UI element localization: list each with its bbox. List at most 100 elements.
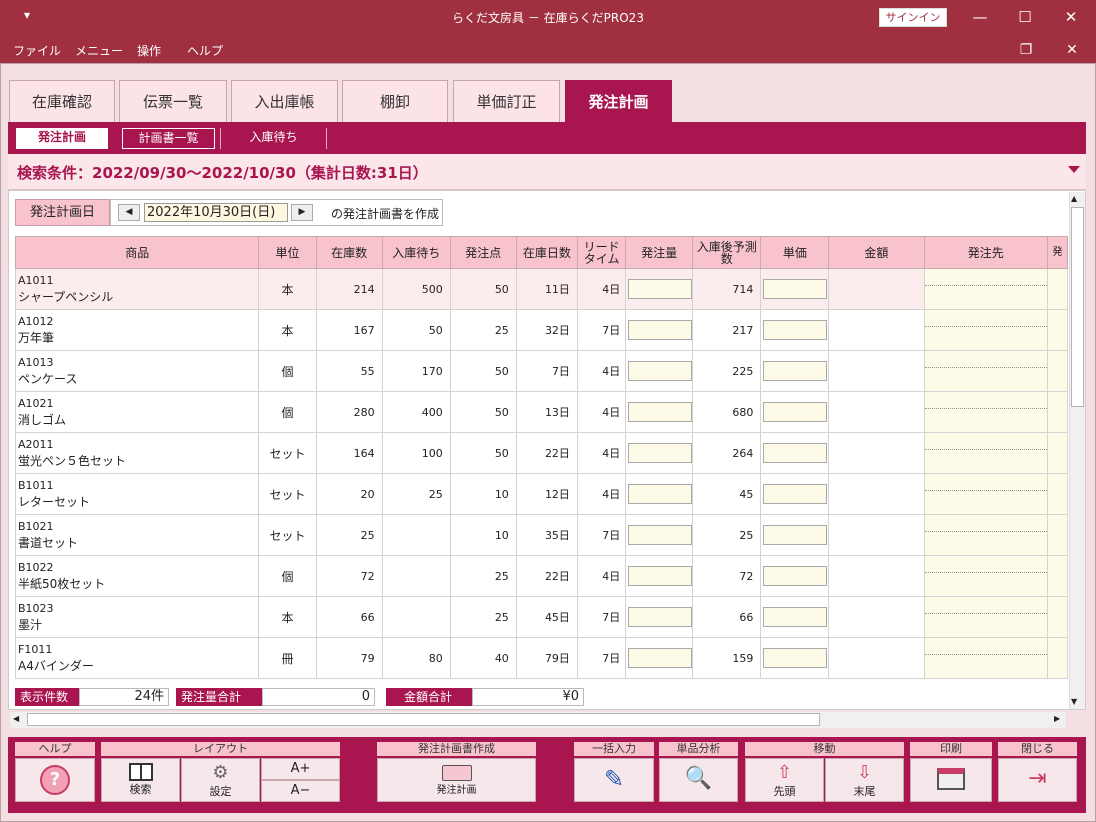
unit-price-cell[interactable] [760, 514, 830, 556]
move-first-button[interactable]: ⇧ 先頭 [745, 758, 824, 802]
order-qty-cell[interactable] [625, 350, 694, 392]
unit-price-cell[interactable] [760, 391, 830, 433]
order-qty-cell[interactable] [625, 596, 694, 638]
order-qty-input[interactable] [628, 361, 693, 381]
scroll-down-icon[interactable]: ▼ [1071, 697, 1077, 706]
product-cell[interactable]: A1011 シャープペンシル [15, 268, 260, 310]
search-button[interactable]: 検索 [101, 758, 180, 802]
move-last-button[interactable]: ⇩ 末尾 [825, 758, 904, 802]
subtab-waiting[interactable]: 入庫待ち [226, 128, 321, 149]
tab-price-correction[interactable]: 単価訂正 [453, 80, 560, 122]
table-row[interactable]: B1023 墨汁本 66 25 45日 7日 66 [15, 596, 1068, 638]
menu-operation[interactable]: 操作 [137, 42, 161, 59]
supplier-cell[interactable] [923, 432, 1049, 474]
create-plan-button[interactable]: 発注計画 [377, 758, 536, 802]
close-window-button[interactable]: ✕ [1049, 4, 1093, 30]
unit-price-cell[interactable] [760, 350, 830, 392]
col-header-product[interactable]: 商品 [15, 236, 260, 269]
unit-price-input[interactable] [763, 279, 828, 299]
col-header-unit-price[interactable]: 単価 [760, 236, 830, 269]
order-qty-input[interactable] [628, 484, 693, 504]
supplier-cell[interactable] [923, 268, 1049, 310]
supplier-cell[interactable] [923, 350, 1049, 392]
product-cell[interactable]: B1021 書道セット [15, 514, 260, 556]
supplier-cell[interactable] [923, 637, 1049, 679]
help-button[interactable]: ? [15, 758, 95, 802]
menu-help[interactable]: ヘルプ [187, 42, 223, 59]
table-row[interactable]: A1013 ペンケース 個 55 170 50 7日 4日 225 [15, 350, 1068, 392]
unit-price-input[interactable] [763, 566, 828, 586]
order-qty-cell[interactable] [625, 309, 694, 351]
product-cell[interactable]: B1011 レターセット [15, 473, 260, 515]
unit-price-cell[interactable] [760, 432, 830, 474]
settings-button[interactable]: ⚙ 設定 [181, 758, 260, 802]
tab-inout-ledger[interactable]: 入出庫帳 [231, 80, 338, 122]
dropdown-arrow-icon[interactable] [1068, 166, 1080, 173]
table-row[interactable]: A1011 シャープペンシル 本 214 500 50 11日 4日 714 [15, 268, 1068, 310]
table-row[interactable]: B1022 半紙50枚セット個 72 25 22日 4日 72 [15, 555, 1068, 597]
supplier-cell[interactable] [923, 596, 1049, 638]
order-qty-cell[interactable] [625, 432, 694, 474]
product-cell[interactable]: B1022 半紙50枚セット [15, 555, 260, 597]
order-qty-input[interactable] [628, 402, 693, 422]
scroll-right-icon[interactable]: ▶ [1054, 714, 1060, 723]
order-qty-cell[interactable] [625, 555, 694, 597]
col-header-waiting[interactable]: 入庫待ち [381, 236, 451, 269]
analysis-button[interactable]: 🔍 [659, 758, 738, 802]
unit-price-input[interactable] [763, 525, 828, 545]
unit-price-cell[interactable] [760, 637, 830, 679]
tab-stock-check[interactable]: 在庫確認 [9, 80, 115, 122]
product-cell[interactable]: A1021 消しゴム [15, 391, 260, 433]
minimize-button[interactable]: — [958, 4, 1002, 30]
order-qty-input[interactable] [628, 648, 693, 668]
subtab-plan-list[interactable]: 計画書一覧 [122, 128, 215, 149]
unit-price-cell[interactable] [760, 268, 830, 310]
plan-date-input[interactable]: 2022年10月30日(日) [144, 203, 288, 222]
menu-menu[interactable]: メニュー [75, 42, 123, 59]
product-cell[interactable]: A1013 ペンケース [15, 350, 260, 392]
order-qty-cell[interactable] [625, 514, 694, 556]
supplier-cell[interactable] [923, 391, 1049, 433]
col-header-forecast[interactable]: 入庫後予測数 [692, 236, 762, 269]
scroll-up-icon[interactable]: ▲ [1071, 194, 1077, 203]
font-down-button[interactable]: A− [261, 780, 340, 802]
table-row[interactable]: A1012 万年筆 本 167 50 25 32日 7日 217 [15, 309, 1068, 351]
product-cell[interactable]: F1011 A4バインダー [15, 637, 260, 679]
order-qty-cell[interactable] [625, 391, 694, 433]
print-button[interactable] [910, 758, 992, 802]
unit-price-cell[interactable] [760, 555, 830, 597]
scroll-left-icon[interactable]: ◀ [13, 714, 19, 723]
col-header-lead-time[interactable]: リードタイム [576, 236, 627, 269]
table-row[interactable]: F1011 A4バインダー 冊 79 80 40 79日 7日 159 [15, 637, 1068, 679]
maximize-button[interactable]: ☐ [1003, 4, 1047, 30]
next-date-icon[interactable]: ▶ [291, 204, 313, 221]
unit-price-input[interactable] [763, 607, 828, 627]
unit-price-cell[interactable] [760, 309, 830, 351]
bulk-input-button[interactable]: ✎ [574, 758, 654, 802]
vertical-scroll-thumb[interactable] [1071, 207, 1084, 407]
table-row[interactable]: A1021 消しゴム 個 280 400 50 13日 4日 680 [15, 391, 1068, 433]
order-qty-cell[interactable] [625, 473, 694, 515]
col-header-order-qty[interactable]: 発注量 [625, 236, 694, 269]
prev-date-icon[interactable]: ◀ [118, 204, 140, 221]
table-row[interactable]: B1021 書道セット セット 25 10 35日 7日 25 [15, 514, 1068, 556]
unit-price-input[interactable] [763, 648, 828, 668]
col-header-unit[interactable]: 単位 [258, 236, 317, 269]
order-qty-input[interactable] [628, 566, 693, 586]
close-button[interactable]: ⇥ [998, 758, 1077, 802]
product-cell[interactable]: B1023 墨汁 [15, 596, 260, 638]
order-qty-input[interactable] [628, 279, 693, 299]
order-qty-input[interactable] [628, 607, 693, 627]
supplier-cell[interactable] [923, 473, 1049, 515]
tab-order-plan[interactable]: 発注計画 [565, 80, 672, 122]
subtab-order-plan[interactable]: 発注計画 [16, 128, 108, 149]
supplier-cell[interactable] [923, 309, 1049, 351]
unit-price-input[interactable] [763, 320, 828, 340]
product-cell[interactable]: A2011 蛍光ペン５色セット [15, 432, 260, 474]
col-header-amount[interactable]: 金額 [828, 236, 925, 269]
order-qty-input[interactable] [628, 443, 693, 463]
col-header-stock-days[interactable]: 在庫日数 [515, 236, 578, 269]
mdi-restore-button[interactable]: ❐ [1006, 40, 1046, 60]
order-qty-input[interactable] [628, 320, 693, 340]
unit-price-input[interactable] [763, 361, 828, 381]
